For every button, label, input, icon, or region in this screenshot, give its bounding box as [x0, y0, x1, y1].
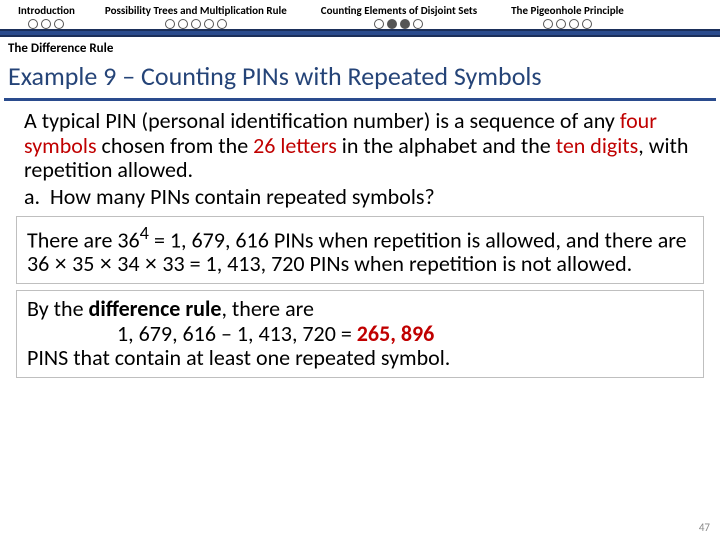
- circle-filled-icon: [400, 19, 410, 29]
- page-number: 47: [699, 521, 710, 534]
- divider-bar: [0, 29, 720, 37]
- circle-icon: [54, 19, 64, 29]
- circle-icon: [374, 19, 384, 29]
- circle-icon: [217, 19, 227, 29]
- slide: Introduction Possibility Trees and Multi…: [0, 0, 720, 540]
- nav-item-disjoint-sets[interactable]: Counting Elements of Disjoint Sets: [315, 4, 483, 29]
- nav-item-introduction[interactable]: Introduction: [12, 4, 81, 29]
- answer-box-difference: By the difference rule, there are 1, 679…: [16, 290, 704, 378]
- times-icon: ×: [99, 251, 112, 276]
- highlight-26-letters: 26 letters: [253, 132, 337, 159]
- nav-label: Introduction: [18, 4, 75, 17]
- text: in the alphabet and the: [337, 132, 556, 159]
- nav-item-possibility-trees[interactable]: Possibility Trees and Multiplication Rul…: [99, 4, 293, 29]
- text: chosen from the: [97, 132, 254, 159]
- exponent: 4: [140, 222, 149, 244]
- nav-item-pigeonhole[interactable]: The Pigeonhole Principle: [505, 4, 630, 29]
- circle-icon: [582, 19, 592, 29]
- circle-icon: [569, 19, 579, 29]
- text: 33 = 1, 413, 720 PINs when repetition is…: [157, 250, 632, 277]
- circle-icon: [28, 19, 38, 29]
- text: , there are: [221, 295, 314, 322]
- section-subheading: The Difference Rule: [0, 37, 720, 58]
- question-text: How many PINs contain repeated symbols?: [50, 183, 435, 210]
- highlight-result: 265, 896: [357, 320, 435, 347]
- slide-title: Example 9 – Counting PINs with Repeated …: [8, 60, 712, 92]
- circle-icon: [556, 19, 566, 29]
- times-icon: ×: [54, 251, 67, 276]
- progress-dots: [28, 19, 64, 29]
- circle-filled-icon: [387, 19, 397, 29]
- circle-icon: [543, 19, 553, 29]
- text: 35: [67, 250, 99, 277]
- circle-icon: [41, 19, 51, 29]
- nav-label: Possibility Trees and Multiplication Rul…: [105, 4, 287, 17]
- text: 34: [112, 250, 144, 277]
- nav-label: The Pigeonhole Principle: [511, 4, 624, 17]
- text: By the: [27, 295, 89, 322]
- highlight-ten-digits: ten digits: [556, 132, 639, 159]
- text: There are 36: [27, 226, 140, 253]
- progress-dots: [543, 19, 592, 29]
- progress-dots: [374, 19, 423, 29]
- nav-bar: Introduction Possibility Trees and Multi…: [0, 0, 720, 29]
- circle-icon: [165, 19, 175, 29]
- title-wrap: Example 9 – Counting PINs with Repeated …: [4, 58, 716, 101]
- question-a: a. How many PINs contain repeated symbol…: [50, 185, 696, 210]
- list-label: a.: [24, 183, 40, 210]
- text: A typical PIN (personal identification n…: [24, 107, 620, 134]
- answer-box-counts: There are 364 = 1, 679, 616 PINs when re…: [16, 216, 704, 285]
- calc-left: 1, 679, 616 – 1, 413, 720 =: [117, 320, 357, 347]
- problem-text: A typical PIN (personal identification n…: [24, 109, 696, 183]
- body: A typical PIN (personal identification n…: [0, 109, 720, 210]
- circle-icon: [204, 19, 214, 29]
- times-icon: ×: [145, 251, 158, 276]
- progress-dots: [165, 19, 227, 29]
- circle-icon: [413, 19, 423, 29]
- circle-icon: [178, 19, 188, 29]
- text: PINS that contain at least one repeated …: [27, 344, 450, 371]
- circle-icon: [191, 19, 201, 29]
- nav-label: Counting Elements of Disjoint Sets: [321, 4, 477, 17]
- highlight-difference-rule: difference rule: [89, 295, 222, 322]
